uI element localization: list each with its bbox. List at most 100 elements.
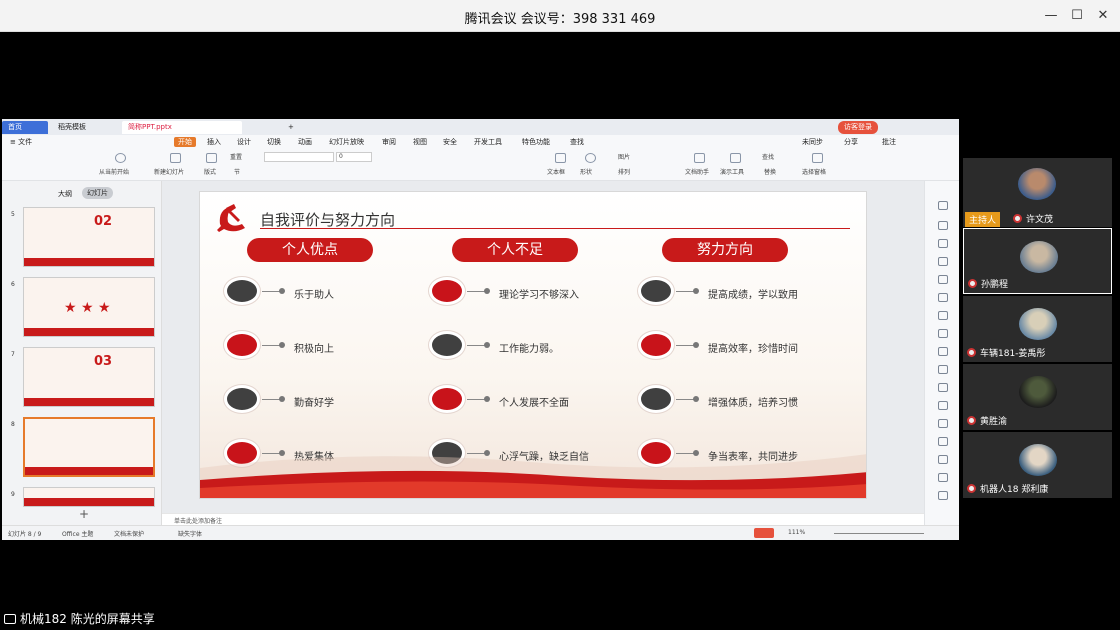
play-slideshow-button[interactable] [754, 528, 774, 538]
layout-icon[interactable] [206, 153, 217, 163]
tab-docer[interactable]: 稻壳模板 [52, 121, 118, 134]
title-underline [260, 228, 850, 229]
comment-button[interactable]: 批注 [882, 137, 896, 147]
new-slide-icon[interactable] [170, 153, 181, 163]
menu-insert[interactable]: 插入 [207, 137, 221, 147]
participant-tile[interactable]: 机器人18 郑利康 [963, 432, 1112, 498]
participant-tile[interactable]: 车辆181-姜禹彤 [963, 296, 1112, 362]
menu-design[interactable]: 设计 [237, 137, 251, 147]
ribbon-section[interactable]: 节 [234, 167, 240, 176]
ribbon-shape[interactable]: 形状 [580, 167, 592, 176]
login-button[interactable]: 访客登录 [838, 121, 878, 134]
slide-thumbnail-7[interactable]: 03 [23, 347, 155, 407]
tool-icon[interactable] [938, 201, 948, 210]
bullet-dot [429, 331, 465, 359]
status-protect[interactable]: 文档未保护 [114, 529, 144, 538]
tool-icon[interactable] [938, 239, 948, 248]
tool-icon[interactable] [938, 491, 948, 500]
tool-icon[interactable] [938, 401, 948, 410]
bullet-dot [224, 385, 260, 413]
participant-tile[interactable]: 黄胜渝 [963, 364, 1112, 430]
tab-home[interactable]: 首页 [2, 121, 48, 134]
participant-tile[interactable] [963, 158, 1112, 210]
shape-icon[interactable] [585, 153, 596, 163]
ribbon-from-current[interactable]: 从当前开始 [99, 167, 129, 176]
maximize-button[interactable]: ☐ [1066, 6, 1088, 26]
tool-icon[interactable] [938, 347, 948, 356]
share-button[interactable]: 分享 [844, 137, 858, 147]
ribbon-find[interactable]: 查找 [762, 152, 774, 161]
tab-pptx[interactable]: 简称PPT.pptx [122, 121, 242, 134]
menu-file[interactable]: ≡ 文件 [10, 137, 32, 147]
add-slide-button[interactable]: + [79, 507, 89, 521]
tool-icon[interactable] [938, 329, 948, 338]
column-header-strengths: 个人优点 [247, 238, 373, 262]
slide-thumbnail-6[interactable]: ★ ★ ★ [23, 277, 155, 337]
ribbon-doc-assistant[interactable]: 文档助手 [685, 167, 709, 176]
wps-statusbar: 幻灯片 8 / 9 Office 主题 文档未保护 缺失字体 111% [2, 525, 959, 540]
avatar [1019, 376, 1057, 408]
tool-icon[interactable] [938, 311, 948, 320]
close-button[interactable]: ✕ [1092, 6, 1114, 26]
ribbon-textbox[interactable]: 文本框 [547, 167, 565, 176]
notes-area[interactable]: 单击此处添加备注 [162, 513, 924, 525]
tool-icon[interactable] [938, 275, 948, 284]
ribbon-arrange[interactable]: 排列 [618, 167, 630, 176]
menu-special[interactable]: 特色功能 [522, 137, 550, 147]
pane-tab-outline[interactable]: 大纲 [58, 189, 72, 199]
participant-name: 孙鹏程 [968, 277, 1008, 290]
minimize-button[interactable]: — [1040, 6, 1062, 26]
menu-slideshow[interactable]: 幻灯片放映 [329, 137, 364, 147]
tool-icon[interactable] [938, 257, 948, 266]
menu-transition[interactable]: 切换 [267, 137, 281, 147]
column-header-weaknesses: 个人不足 [452, 238, 578, 262]
host-row: 主持人 许文茂 [963, 210, 1112, 227]
font-size-select[interactable]: 0 [336, 152, 372, 162]
slide-thumbnail-8-selected[interactable] [23, 417, 155, 477]
zoom-level[interactable]: 111% [788, 529, 805, 536]
play-icon[interactable] [115, 153, 126, 163]
font-name-select[interactable] [264, 152, 334, 162]
right-side-toolbar [924, 181, 959, 525]
status-missing-font[interactable]: 缺失字体 [178, 529, 202, 538]
avatar [1019, 444, 1057, 476]
ribbon-picture[interactable]: 图片 [618, 152, 630, 161]
new-tab-button[interactable]: + [282, 121, 300, 134]
tool-icon[interactable] [938, 419, 948, 428]
ribbon-presentation-tools[interactable]: 演示工具 [720, 167, 744, 176]
bullet-dot [638, 331, 674, 359]
connector-line [262, 288, 285, 294]
menu-review[interactable]: 审阅 [382, 137, 396, 147]
meeting-titlebar: 腾讯会议 会议号：398 331 469 — ☐ ✕ [0, 0, 1120, 32]
selection-pane-icon[interactable] [812, 153, 823, 163]
tool-icon[interactable] [938, 293, 948, 302]
tool-icon[interactable] [938, 455, 948, 464]
menu-view[interactable]: 视图 [413, 137, 427, 147]
tool-icon[interactable] [938, 221, 948, 230]
menu-security[interactable]: 安全 [443, 137, 457, 147]
slide-thumbnail-9[interactable] [23, 487, 155, 507]
ribbon-selection-pane[interactable]: 选择窗格 [802, 167, 826, 176]
participant-tile-active[interactable]: 孙鹏程 [963, 228, 1112, 294]
zoom-slider[interactable] [834, 533, 924, 534]
thumb-number: 7 [11, 351, 15, 358]
menu-search[interactable]: 查找 [570, 137, 584, 147]
tool-icon[interactable] [938, 437, 948, 446]
ribbon-reset[interactable]: 重置 [230, 152, 242, 161]
doc-assistant-icon[interactable] [694, 153, 705, 163]
slide-thumbnail-5[interactable]: 02 [23, 207, 155, 267]
menu-animation[interactable]: 动画 [298, 137, 312, 147]
menu-start[interactable]: 开始 [174, 137, 196, 147]
participant-name: 机器人18 郑利康 [967, 482, 1048, 495]
tool-icon[interactable] [938, 365, 948, 374]
ribbon-new-slide[interactable]: 新建幻灯片 [154, 167, 184, 176]
tool-icon[interactable] [938, 383, 948, 392]
presentation-tools-icon[interactable] [730, 153, 741, 163]
pane-tab-slides[interactable]: 幻灯片 [82, 187, 113, 199]
ribbon-replace[interactable]: 替换 [764, 167, 776, 176]
ribbon-layout[interactable]: 版式 [204, 167, 216, 176]
textbox-icon[interactable] [555, 153, 566, 163]
sync-status[interactable]: 未同步 [802, 137, 823, 147]
tool-icon[interactable] [938, 473, 948, 482]
menu-devtools[interactable]: 开发工具 [474, 137, 502, 147]
